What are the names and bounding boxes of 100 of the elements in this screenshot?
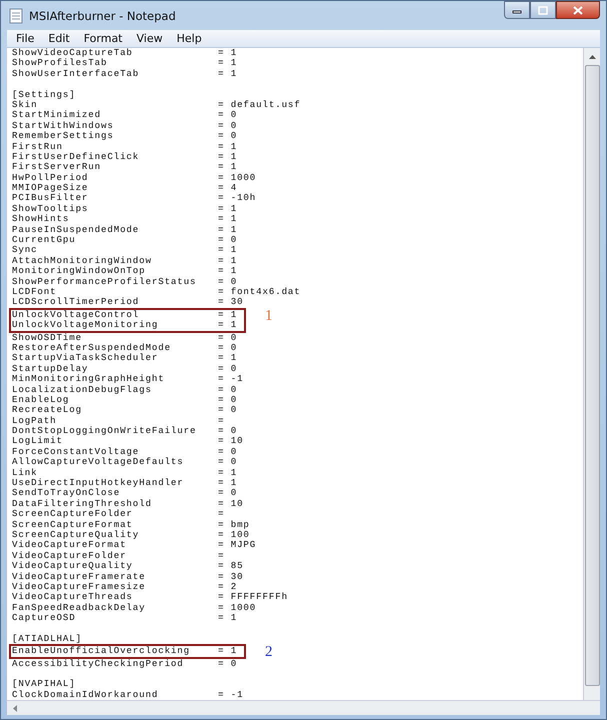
setting-value: = 1000 bbox=[218, 172, 256, 184]
setting-key: SendToTrayOnClose bbox=[12, 488, 120, 499]
setting-value: = 0 bbox=[218, 110, 238, 121]
menu-item[interactable]: File bbox=[9, 32, 42, 45]
setting-key: ScreenCaptureFormat bbox=[12, 520, 133, 530]
setting-value: = 1 bbox=[218, 266, 238, 277]
setting-key: ForceConstantVoltage bbox=[12, 446, 140, 458]
close-icon bbox=[573, 6, 583, 14]
setting-value: = 1 bbox=[218, 162, 238, 173]
setting-key: StartupViaTaskScheduler bbox=[12, 353, 158, 364]
setting-value: = 0 bbox=[218, 405, 238, 416]
setting-key: ShowVideoCaptureTab bbox=[12, 48, 133, 58]
setting-key: MMIOPageSize bbox=[12, 183, 88, 194]
maximize-icon bbox=[538, 6, 548, 14]
setting-value: = 1 bbox=[218, 204, 238, 214]
setting-value: = 85 bbox=[218, 561, 244, 572]
setting-key: LocalizationDebugFlags bbox=[12, 384, 152, 395]
setting-key: StartupDelay bbox=[12, 364, 88, 374]
setting-value: = 0 bbox=[218, 446, 238, 458]
setting-key: AllowCaptureVoltageDefaults bbox=[12, 457, 184, 468]
setting-key: AccessibilityCheckingPeriod bbox=[12, 658, 184, 670]
setting-value: = 10 bbox=[218, 436, 244, 447]
setting-key: FirstUserDefineClick bbox=[12, 152, 140, 162]
setting-key: ShowUserInterfaceTab bbox=[12, 68, 140, 80]
setting-key: HwPollPeriod bbox=[12, 172, 88, 184]
setting-key: VideoCaptureThreads bbox=[12, 592, 133, 603]
menu-item[interactable]: Help bbox=[170, 32, 209, 45]
scroll-up-icon[interactable] bbox=[588, 54, 596, 59]
section-header: [ATIADLHAL] bbox=[12, 634, 82, 644]
setting-value: = 0 bbox=[218, 658, 238, 670]
setting-key: StartMinimized bbox=[12, 110, 101, 121]
setting-key: AttachMonitoringWindow bbox=[12, 256, 152, 266]
setting-value: = FFFFFFFFh bbox=[218, 592, 288, 603]
close-button[interactable] bbox=[556, 1, 600, 19]
minimize-button[interactable] bbox=[504, 1, 530, 19]
setting-value: = 0 bbox=[218, 332, 238, 343]
setting-key: RecreateLog bbox=[12, 405, 82, 416]
setting-key: ScreenCaptureFolder bbox=[12, 509, 133, 520]
setting-key: ShowProfilesTab bbox=[12, 58, 108, 69]
setting-value: = 0 bbox=[218, 120, 238, 132]
setting-value: = 1 bbox=[218, 320, 238, 331]
setting-key: Skin bbox=[12, 100, 38, 110]
setting-key: RestoreAfterSuspendedMode bbox=[12, 342, 171, 354]
callout-number: 2 bbox=[265, 644, 274, 660]
maximize-button[interactable] bbox=[530, 1, 556, 19]
setting-value: = 0 bbox=[218, 342, 238, 354]
setting-value: = 0 bbox=[218, 426, 238, 436]
vertical-scrollbar[interactable] bbox=[583, 48, 600, 700]
window-title: MSIAfterburner - Notepad bbox=[29, 8, 177, 22]
setting-key: UnlockVoltageControl bbox=[12, 310, 140, 320]
setting-value: = 1 bbox=[218, 478, 238, 488]
setting-key: Sync bbox=[12, 245, 38, 256]
setting-key: ShowTooltips bbox=[12, 204, 88, 214]
setting-value: = default.usf bbox=[218, 100, 301, 110]
setting-value: = 0 bbox=[218, 131, 238, 142]
menu-item[interactable]: View bbox=[130, 32, 170, 45]
scroll-thumb[interactable] bbox=[584, 65, 600, 686]
notepad-icon bbox=[9, 8, 23, 24]
setting-value: = bbox=[218, 509, 224, 520]
setting-value: = 0 bbox=[218, 276, 238, 287]
setting-value: = bbox=[218, 550, 224, 562]
setting-key: ShowOSDTime bbox=[12, 332, 82, 343]
setting-key: StartWithWindows bbox=[12, 120, 114, 132]
setting-key: PauseInSuspendedMode bbox=[12, 224, 140, 236]
setting-value: = 0 bbox=[218, 235, 238, 246]
setting-key: FirstServerRun bbox=[12, 162, 101, 173]
setting-value: = 1 bbox=[218, 613, 238, 624]
section-header: [Settings] bbox=[12, 90, 76, 100]
setting-key: ShowHints bbox=[12, 214, 70, 225]
setting-value: = 30 bbox=[218, 297, 244, 308]
callout-number: 1 bbox=[265, 308, 274, 324]
setting-value: = 1 bbox=[218, 353, 238, 364]
scroll-left-icon[interactable] bbox=[12, 704, 17, 712]
section-header: [NVAPIHAL] bbox=[12, 679, 76, 690]
setting-key: LogPath bbox=[12, 416, 56, 426]
setting-value: = 0 bbox=[218, 394, 238, 406]
setting-key: ScreenCaptureQuality bbox=[12, 530, 140, 540]
setting-value: = 1 bbox=[218, 68, 238, 80]
setting-key: VideoCaptureFolder bbox=[12, 550, 126, 562]
setting-value: = 0 bbox=[218, 384, 238, 395]
setting-key: Link bbox=[12, 468, 38, 478]
setting-value: = -1 bbox=[218, 374, 244, 385]
setting-key: DontStopLoggingOnWriteFailure bbox=[12, 426, 196, 436]
setting-key: EnableUnofficialOverclocking bbox=[12, 646, 190, 657]
setting-key: EnableLog bbox=[12, 394, 70, 406]
horizontal-scrollbar[interactable] bbox=[7, 700, 600, 715]
setting-value: = font4x6.dat bbox=[218, 286, 301, 298]
setting-value: = 1 bbox=[218, 214, 238, 225]
menu-item[interactable]: Edit bbox=[41, 32, 77, 45]
setting-value: = 2 bbox=[218, 582, 238, 592]
setting-value: = 10 bbox=[218, 498, 244, 510]
setting-value: = 4 bbox=[218, 183, 238, 194]
menu-item[interactable]: Format bbox=[76, 32, 130, 45]
setting-value: = 0 bbox=[218, 488, 238, 499]
setting-value: = MJPG bbox=[218, 540, 256, 551]
setting-key: LCDFont bbox=[12, 286, 56, 298]
setting-key: CaptureOSD bbox=[12, 613, 76, 624]
setting-value: = 30 bbox=[218, 572, 244, 582]
setting-value: = -10h bbox=[218, 193, 256, 204]
setting-value: = 1000 bbox=[218, 602, 256, 614]
